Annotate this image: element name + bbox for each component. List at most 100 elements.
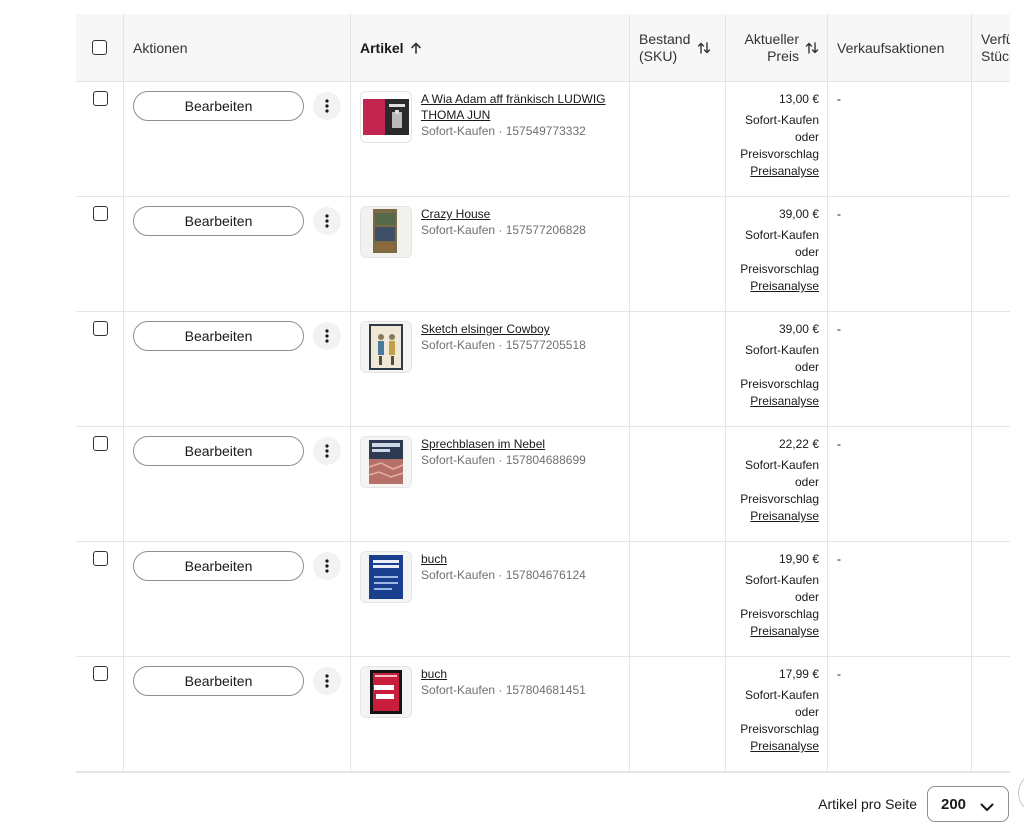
row-price-cell: 22,22 € Sofort-Kaufen oder Preisvorschla… <box>726 427 828 541</box>
item-format: Sofort-Kaufen oder Preisvorschlag <box>740 228 819 276</box>
sketch-thumbnail[interactable] <box>360 321 412 373</box>
row-select-cell <box>76 657 124 771</box>
painting-thumbnail[interactable] <box>360 206 412 258</box>
item-title-link[interactable]: A Wia Adam aff fränkisch LUDWIG THOMA JU… <box>421 91 623 123</box>
item-meta: Sofort-Kaufen · 157804681451 <box>421 683 586 697</box>
header-available: Verfügbar Stück <box>972 14 1010 81</box>
sort-toggle-icon[interactable] <box>697 41 711 54</box>
book-cover-red-thumbnail[interactable] <box>360 91 412 143</box>
table-row: Bearbeiten A Wia Adam aff fränkisch LUDW… <box>76 82 1010 197</box>
item-meta: Sofort-Kaufen · 157804676124 <box>421 568 586 582</box>
select-all-cell <box>76 14 124 81</box>
header-stock[interactable]: Bestand (SKU) <box>630 14 726 81</box>
more-actions-button[interactable] <box>313 207 341 235</box>
edit-button[interactable]: Bearbeiten <box>133 206 304 236</box>
item-title-link[interactable]: Crazy House <box>421 206 623 222</box>
price-analysis-link[interactable]: Preisanalyse <box>729 508 819 525</box>
row-stock-cell <box>630 312 726 426</box>
table-header: Aktionen Artikel Bestand (SKU) Aktueller… <box>76 14 1010 82</box>
row-stock-cell <box>630 427 726 541</box>
edit-button[interactable]: Bearbeiten <box>133 666 304 696</box>
item-price: 39,00 € <box>778 322 819 336</box>
header-price[interactable]: Aktueller Preis <box>726 14 828 81</box>
sort-ascending-icon[interactable] <box>410 42 422 54</box>
row-price-cell: 39,00 € Sofort-Kaufen oder Preisvorschla… <box>726 197 828 311</box>
row-checkbox[interactable] <box>93 91 108 106</box>
item-price: 22,22 € <box>778 437 819 451</box>
row-promotions-cell: - <box>828 197 972 311</box>
row-checkbox[interactable] <box>93 666 108 681</box>
price-analysis-link[interactable]: Preisanalyse <box>729 163 819 180</box>
more-actions-button[interactable] <box>313 667 341 695</box>
item-meta: Sofort-Kaufen · 157577206828 <box>421 223 586 237</box>
header-stock-label-1: Bestand <box>639 30 691 47</box>
header-available-label-2: Stück <box>981 47 1010 64</box>
table-row: Bearbeiten buch Sofort-Kaufen · 15780468… <box>76 657 1010 772</box>
header-price-label-1: Aktueller <box>744 30 799 47</box>
item-format: Sofort-Kaufen oder Preisvorschlag <box>740 573 819 621</box>
row-promotions-cell: - <box>828 312 972 426</box>
row-select-cell <box>76 82 124 196</box>
promotion-value: - <box>837 207 841 221</box>
table-body: Bearbeiten A Wia Adam aff fränkisch LUDW… <box>76 82 1010 772</box>
header-available-label-1: Verfügbar <box>981 30 1010 47</box>
table-row: Bearbeiten Sketch elsinger Cowboy Sofort… <box>76 312 1010 427</box>
item-title-link[interactable]: buch <box>421 666 623 682</box>
row-item-cell: buch Sofort-Kaufen · 157804681451 <box>351 657 630 771</box>
edit-button[interactable]: Bearbeiten <box>133 91 304 121</box>
item-title-link[interactable]: Sketch elsinger Cowboy <box>421 321 623 337</box>
per-page-label: Artikel pro Seite <box>818 796 917 812</box>
book-cover-dark-thumbnail[interactable] <box>360 436 412 488</box>
pagination-bar: Artikel pro Seite 200 <box>0 786 1024 824</box>
listings-table: Aktionen Artikel Bestand (SKU) Aktueller… <box>76 14 1010 773</box>
header-actions: Aktionen <box>124 14 351 81</box>
sort-toggle-icon[interactable] <box>805 41 819 54</box>
item-price: 19,90 € <box>778 552 819 566</box>
row-price-cell: 19,90 € Sofort-Kaufen oder Preisvorschla… <box>726 542 828 656</box>
more-actions-button[interactable] <box>313 92 341 120</box>
price-analysis-link[interactable]: Preisanalyse <box>729 393 819 410</box>
promotion-value: - <box>837 92 841 106</box>
select-all-checkbox[interactable] <box>92 40 107 55</box>
row-checkbox[interactable] <box>93 551 108 566</box>
row-checkbox[interactable] <box>93 321 108 336</box>
row-promotions-cell: - <box>828 82 972 196</box>
edit-button[interactable]: Bearbeiten <box>133 321 304 351</box>
edit-button[interactable]: Bearbeiten <box>133 436 304 466</box>
item-format: Sofort-Kaufen oder Preisvorschlag <box>740 343 819 391</box>
more-actions-button[interactable] <box>313 552 341 580</box>
item-title-link[interactable]: Sprechblasen im Nebel <box>421 436 623 452</box>
book-cover-blue-thumbnail[interactable] <box>360 551 412 603</box>
price-analysis-link[interactable]: Preisanalyse <box>729 278 819 295</box>
vertical-dots-icon <box>325 99 329 113</box>
book-cover-black-thumbnail[interactable] <box>360 666 412 718</box>
row-select-cell <box>76 197 124 311</box>
per-page-value: 200 <box>941 795 967 813</box>
row-actions-cell: Bearbeiten <box>124 427 351 541</box>
item-format: Sofort-Kaufen oder Preisvorschlag <box>740 688 819 736</box>
more-actions-button[interactable] <box>313 437 341 465</box>
more-actions-button[interactable] <box>313 322 341 350</box>
per-page-select[interactable]: 200 <box>927 786 1009 822</box>
row-select-cell <box>76 312 124 426</box>
row-checkbox[interactable] <box>93 206 108 221</box>
item-title-link[interactable]: buch <box>421 551 623 567</box>
promotion-value: - <box>837 667 841 681</box>
table-row: Bearbeiten buch Sofort-Kaufen · 15780467… <box>76 542 1010 657</box>
row-promotions-cell: - <box>828 542 972 656</box>
price-analysis-link[interactable]: Preisanalyse <box>729 623 819 640</box>
item-price: 13,00 € <box>778 92 819 106</box>
row-item-cell: A Wia Adam aff fränkisch LUDWIG THOMA JU… <box>351 82 630 196</box>
vertical-dots-icon <box>325 329 329 343</box>
price-analysis-link[interactable]: Preisanalyse <box>729 738 819 755</box>
item-format: Sofort-Kaufen oder Preisvorschlag <box>740 113 819 161</box>
item-format: Sofort-Kaufen oder Preisvorschlag <box>740 458 819 506</box>
row-checkbox[interactable] <box>93 436 108 451</box>
row-stock-cell <box>630 657 726 771</box>
promotion-value: - <box>837 437 841 451</box>
item-price: 39,00 € <box>778 207 819 221</box>
header-promotions: Verkaufsaktionen <box>828 14 972 81</box>
row-available-cell <box>972 657 1010 771</box>
edit-button[interactable]: Bearbeiten <box>133 551 304 581</box>
header-item[interactable]: Artikel <box>351 14 630 81</box>
